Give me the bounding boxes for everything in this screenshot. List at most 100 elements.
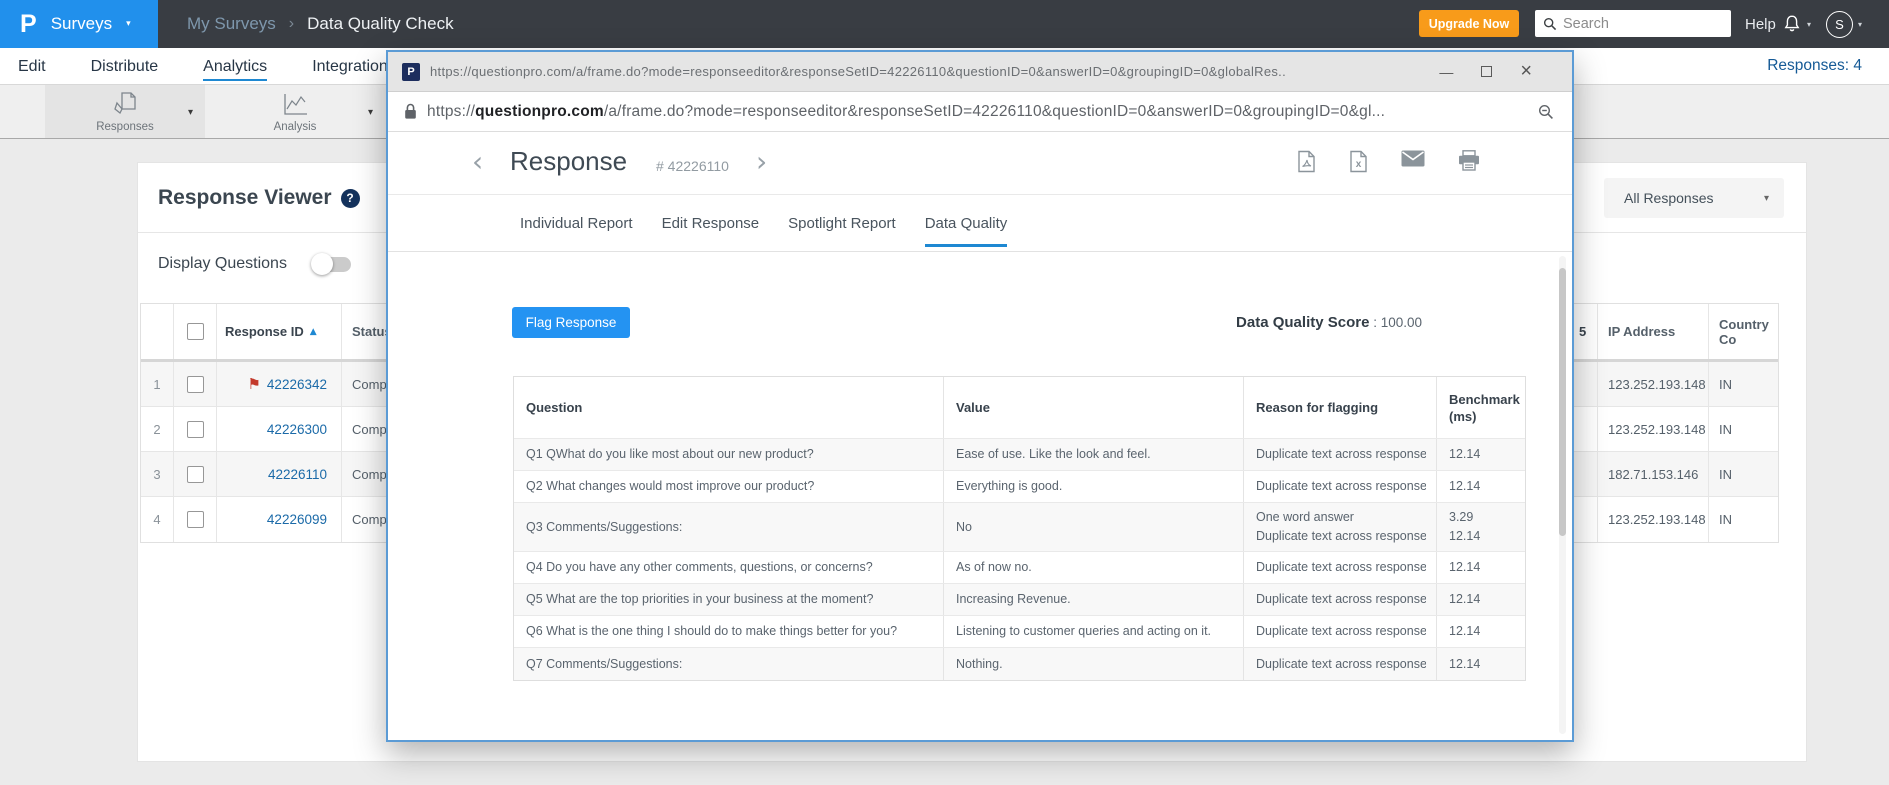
response-filter-dropdown[interactable]: All Responses ▾ — [1604, 178, 1784, 218]
ip-cell: 123.252.193.148 — [1598, 362, 1709, 406]
dq-row: Q3 Comments/Suggestions: No One word ans… — [514, 503, 1525, 552]
response-id-cell: 42226300 — [217, 407, 342, 451]
help-link[interactable]: Help — [1745, 0, 1776, 48]
dq-row: Q7 Comments/Suggestions: Nothing. Duplic… — [514, 648, 1525, 680]
toolbar-tab-analysis[interactable]: Analysis ▾ — [205, 85, 385, 138]
popup-titlebar[interactable]: P https://questionpro.com/a/frame.do?mod… — [388, 52, 1572, 92]
breadcrumb-my-surveys[interactable]: My Surveys — [187, 14, 276, 34]
search-input[interactable] — [1563, 16, 1750, 32]
questionpro-favicon: P — [402, 63, 420, 81]
popup-content: ‹ Response # 42226110 › x Individual — [388, 132, 1572, 740]
tab-data-quality[interactable]: Data Quality — [925, 195, 1008, 251]
popup-title-url: https://questionpro.com/a/frame.do?mode=… — [430, 64, 1429, 79]
country-cell: IN — [1709, 497, 1780, 542]
account-menu[interactable]: S ▾ — [1826, 0, 1862, 48]
flag-response-button[interactable]: Flag Response — [512, 307, 630, 338]
ip-cell: 123.252.193.148 — [1598, 497, 1709, 542]
minimize-button[interactable]: — — [1439, 64, 1453, 80]
tab-edit-response[interactable]: Edit Response — [662, 195, 760, 251]
nav-item-edit[interactable]: Edit — [18, 52, 46, 81]
ip-cell: 182.71.153.146 — [1598, 452, 1709, 496]
responses-count: Responses: 4 — [1767, 48, 1862, 84]
zoom-icon[interactable] — [1538, 104, 1554, 120]
toolbar-tab-responses[interactable]: Responses ▾ — [45, 85, 205, 138]
response-id-link[interactable]: 42226342 — [267, 377, 327, 392]
value-cell: As of now no. — [944, 552, 1244, 583]
response-id-link[interactable]: 42226300 — [267, 422, 327, 437]
next-response-button[interactable]: › — [756, 144, 767, 180]
lock-icon — [404, 103, 417, 120]
address-url[interactable]: https://questionpro.com/a/frame.do?mode=… — [427, 103, 1528, 121]
col-benchmark: Benchmark (ms) — [1437, 377, 1525, 438]
nav-item-analytics[interactable]: Analytics — [203, 52, 267, 81]
top-navbar: P Surveys ▾ My Surveys › Data Quality Ch… — [0, 0, 1889, 48]
value-cell: Everything is good. — [944, 471, 1244, 502]
reason-cell: Duplicate text across responses — [1244, 552, 1437, 583]
value-cell: Increasing Revenue. — [944, 584, 1244, 615]
email-icon[interactable] — [1401, 150, 1425, 173]
print-icon[interactable] — [1458, 150, 1480, 173]
nav-item-integration[interactable]: Integration — [312, 52, 388, 81]
export-pdf-icon[interactable] — [1297, 150, 1316, 173]
popup-addressbar[interactable]: https://questionpro.com/a/frame.do?mode=… — [388, 92, 1572, 132]
row-select-cell — [174, 362, 217, 406]
benchmark-cell: 12.14 — [1437, 648, 1525, 680]
row-select-cell — [174, 497, 217, 542]
dq-row: Q6 What is the one thing I should do to … — [514, 616, 1525, 648]
col-country-code[interactable]: Country Co — [1709, 304, 1780, 359]
response-tabs: Individual Report Edit Response Spotligh… — [388, 195, 1572, 252]
tab-individual-report[interactable]: Individual Report — [520, 195, 633, 251]
row-checkbox[interactable] — [187, 511, 204, 528]
maximize-icon — [1481, 66, 1492, 77]
breadcrumb-separator-icon: › — [289, 15, 294, 33]
upgrade-now-button[interactable]: Upgrade Now — [1419, 10, 1519, 37]
page-title: Response Viewer — [158, 186, 332, 210]
maximize-button[interactable] — [1481, 66, 1492, 77]
row-checkbox[interactable] — [187, 376, 204, 393]
data-quality-score: Data Quality Score : 100.00 — [1236, 314, 1422, 331]
chevron-down-icon[interactable]: ▾ — [188, 107, 193, 118]
scrollbar-track[interactable] — [1559, 256, 1566, 734]
chevron-down-icon[interactable]: ▾ — [368, 107, 373, 118]
sort-asc-icon: ▲ — [310, 327, 317, 337]
analysis-chart-icon — [280, 91, 310, 119]
dq-row: Q4 Do you have any other comments, quest… — [514, 552, 1525, 584]
dq-row: Q1 QWhat do you like most about our new … — [514, 439, 1525, 471]
url-domain: questionpro.com — [475, 103, 604, 120]
select-all-checkbox[interactable] — [187, 323, 204, 340]
questionpro-logo-icon: P — [20, 10, 37, 39]
value-cell: Ease of use. Like the look and feel. — [944, 439, 1244, 470]
question-cell: Q1 QWhat do you like most about our new … — [514, 439, 944, 470]
response-id-link[interactable]: 42226099 — [267, 512, 327, 527]
search-icon — [1543, 17, 1557, 31]
col-ip-address[interactable]: IP Address — [1598, 304, 1709, 359]
notifications-menu[interactable]: ▾ — [1782, 0, 1811, 48]
question-cell: Q5 What are the top priorities in your b… — [514, 584, 944, 615]
col-response-id[interactable]: Response ID ▲ — [217, 304, 342, 359]
export-excel-icon[interactable]: x — [1349, 150, 1368, 173]
global-search[interactable] — [1535, 10, 1731, 37]
previous-response-button[interactable]: ‹ — [472, 144, 483, 180]
filter-selected-value: All Responses — [1624, 190, 1764, 206]
response-id-cell: 42226110 — [217, 452, 342, 496]
close-button[interactable]: × — [1520, 60, 1532, 83]
display-questions-toggle[interactable] — [313, 257, 351, 272]
chevron-down-icon: ▾ — [1807, 20, 1811, 29]
question-cell: Q7 Comments/Suggestions: — [514, 648, 944, 680]
row-number: 1 — [141, 362, 174, 406]
col-reason: Reason for flagging — [1244, 377, 1437, 438]
avatar: S — [1826, 11, 1853, 38]
help-tooltip-icon[interactable]: ? — [341, 189, 360, 208]
response-id-link[interactable]: 42226110 — [268, 467, 327, 482]
score-value: : 100.00 — [1373, 315, 1422, 330]
row-checkbox[interactable] — [187, 466, 204, 483]
row-checkbox[interactable] — [187, 421, 204, 438]
scrollbar-thumb[interactable] — [1559, 268, 1566, 536]
nav-item-distribute[interactable]: Distribute — [91, 52, 159, 81]
dq-row: Q5 What are the top priorities in your b… — [514, 584, 1525, 616]
data-quality-table: Question Value Reason for flagging Bench… — [513, 376, 1526, 681]
tab-spotlight-report[interactable]: Spotlight Report — [788, 195, 896, 251]
country-cell: IN — [1709, 362, 1780, 406]
response-title: Response — [510, 146, 627, 177]
product-switcher[interactable]: P Surveys ▾ — [0, 0, 158, 48]
